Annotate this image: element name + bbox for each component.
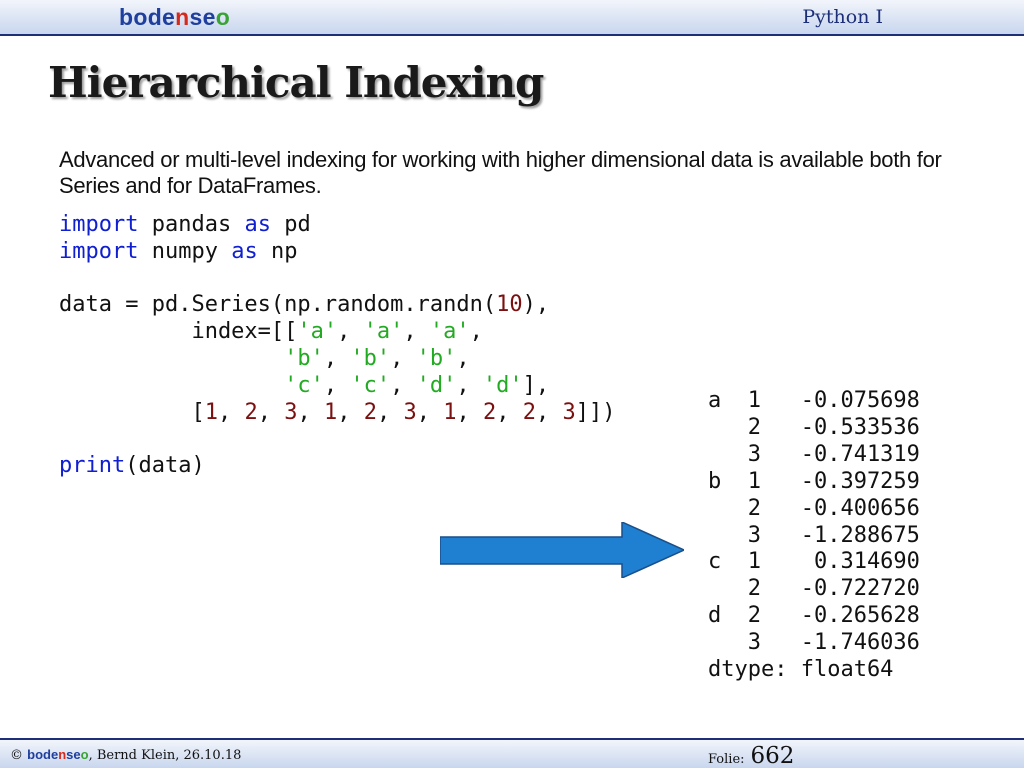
code-token: 'd' — [482, 372, 523, 398]
code-token: , — [257, 399, 285, 425]
right-arrow-icon — [440, 522, 684, 578]
code-block: import pandas as pdimport numpy as np​da… — [59, 212, 615, 480]
folie-number: 662 — [750, 743, 795, 769]
code-token: ], — [522, 372, 550, 398]
code-token: 'b' — [284, 345, 324, 371]
code-token: ), — [522, 292, 550, 318]
code-token: , — [456, 372, 483, 398]
code-token: 'a' — [363, 319, 404, 345]
code-line: import numpy as np — [59, 239, 615, 266]
code-token: 10 — [496, 292, 523, 318]
code-line: [1, 2, 3, 1, 2, 3, 1, 2, 2, 3]]) — [59, 400, 615, 427]
code-token: 2 — [363, 399, 377, 425]
output-line: b 1 -0.397259 — [708, 468, 920, 494]
code-token: , — [217, 399, 245, 425]
code-line: data = pd.Series(np.random.randn(10), — [59, 292, 615, 319]
code-token: ]]) — [575, 399, 616, 425]
output-block: a 1 -0.075698 2 -0.533536 3 -0.741319 b 1… — [708, 388, 920, 684]
output-line: a 1 -0.075698 — [708, 388, 920, 413]
bodenseo-logo: bodenseo — [119, 4, 231, 30]
code-token: import — [59, 212, 139, 237]
code-token: , — [297, 399, 324, 425]
code-token: , — [323, 372, 351, 398]
footer-logo: bodenseo — [27, 747, 89, 762]
output-line: 2 -0.400656 — [708, 495, 920, 521]
code-token: (data) — [125, 453, 205, 479]
output-line: 2 -0.533536 — [708, 414, 920, 440]
code-token: , — [376, 399, 404, 425]
copyright-symbol: © — [10, 748, 23, 763]
code-token: 'a' — [429, 319, 470, 345]
code-token: , — [403, 319, 430, 345]
code-token: , — [390, 372, 417, 398]
output-line: 2 -0.722720 — [708, 576, 920, 602]
code-token: 'd' — [416, 372, 457, 398]
footer-bar: © bodenseo, Bernd Klein, 26.10.18 Folie:… — [0, 738, 1024, 769]
code-line: ​ — [59, 266, 615, 293]
code-token: 3 — [562, 399, 576, 425]
code-token: 'b' — [416, 345, 457, 371]
code-token: 'b' — [350, 345, 391, 371]
code-token: 3 — [284, 399, 298, 425]
code-token: pandas — [138, 212, 245, 237]
code-token: 1 — [204, 399, 218, 425]
code-token: 3 — [403, 399, 417, 425]
code-token: as — [231, 238, 258, 264]
output-line: 3 -1.746036 — [708, 630, 920, 656]
code-token: 2 — [522, 399, 536, 425]
code-token: , — [390, 345, 417, 371]
folie-label: Folie: — [708, 752, 745, 767]
code-token: , — [337, 319, 364, 345]
code-token: index=[[ — [59, 319, 298, 345]
code-token: [ — [59, 399, 205, 425]
output-line: c 1 0.314690 — [708, 549, 920, 575]
code-token: , — [323, 345, 351, 371]
code-line: 'b', 'b', 'b', — [59, 346, 615, 373]
slide-number: Folie: 662 — [708, 743, 794, 769]
code-token: numpy — [138, 238, 232, 264]
code-token: 'c' — [284, 372, 324, 398]
code-token: np — [257, 238, 298, 264]
code-token: 2 — [482, 399, 497, 425]
code-token: , — [535, 399, 563, 425]
code-line: index=[['a', 'a', 'a', — [59, 319, 615, 346]
code-token: print — [59, 453, 126, 479]
output-line: dtype: float64 — [708, 657, 894, 683]
output-line: 3 -0.741319 — [708, 441, 920, 467]
code-token: data = pd.Series(np.random.randn( — [59, 292, 497, 318]
code-token: , — [496, 399, 523, 425]
code-token: 1 — [443, 399, 457, 425]
code-token: , — [416, 399, 444, 425]
code-token: 'a' — [297, 319, 338, 345]
code-token: , — [337, 399, 364, 425]
code-token: pd — [270, 212, 311, 237]
code-token: 'c' — [350, 372, 391, 398]
code-token: , — [456, 345, 470, 371]
code-token: , — [456, 399, 483, 425]
footer-credits: © bodenseo, Bernd Klein, 26.10.18 — [10, 747, 241, 763]
code-token: , — [469, 319, 483, 345]
code-token: 1 — [323, 399, 338, 425]
intro-text: Advanced or multi-level indexing for wor… — [59, 147, 942, 198]
course-name: Python I — [802, 6, 883, 28]
code-line: import pandas as pd — [59, 212, 615, 239]
code-token: import — [59, 238, 139, 264]
slide-title: Hierarchical Indexing — [48, 58, 544, 107]
output-line: 3 -1.288675 — [708, 522, 920, 548]
header-bar: bodenseo Python I — [0, 0, 1024, 36]
code-token: 2 — [244, 399, 258, 425]
code-token: as — [244, 212, 271, 237]
code-line: ​ — [59, 426, 615, 453]
output-line: d 2 -0.265628 — [708, 603, 920, 629]
code-line: 'c', 'c', 'd', 'd'], — [59, 373, 615, 400]
code-line: print(data) — [59, 453, 615, 480]
author-date: , Bernd Klein, 26.10.18 — [88, 748, 242, 763]
